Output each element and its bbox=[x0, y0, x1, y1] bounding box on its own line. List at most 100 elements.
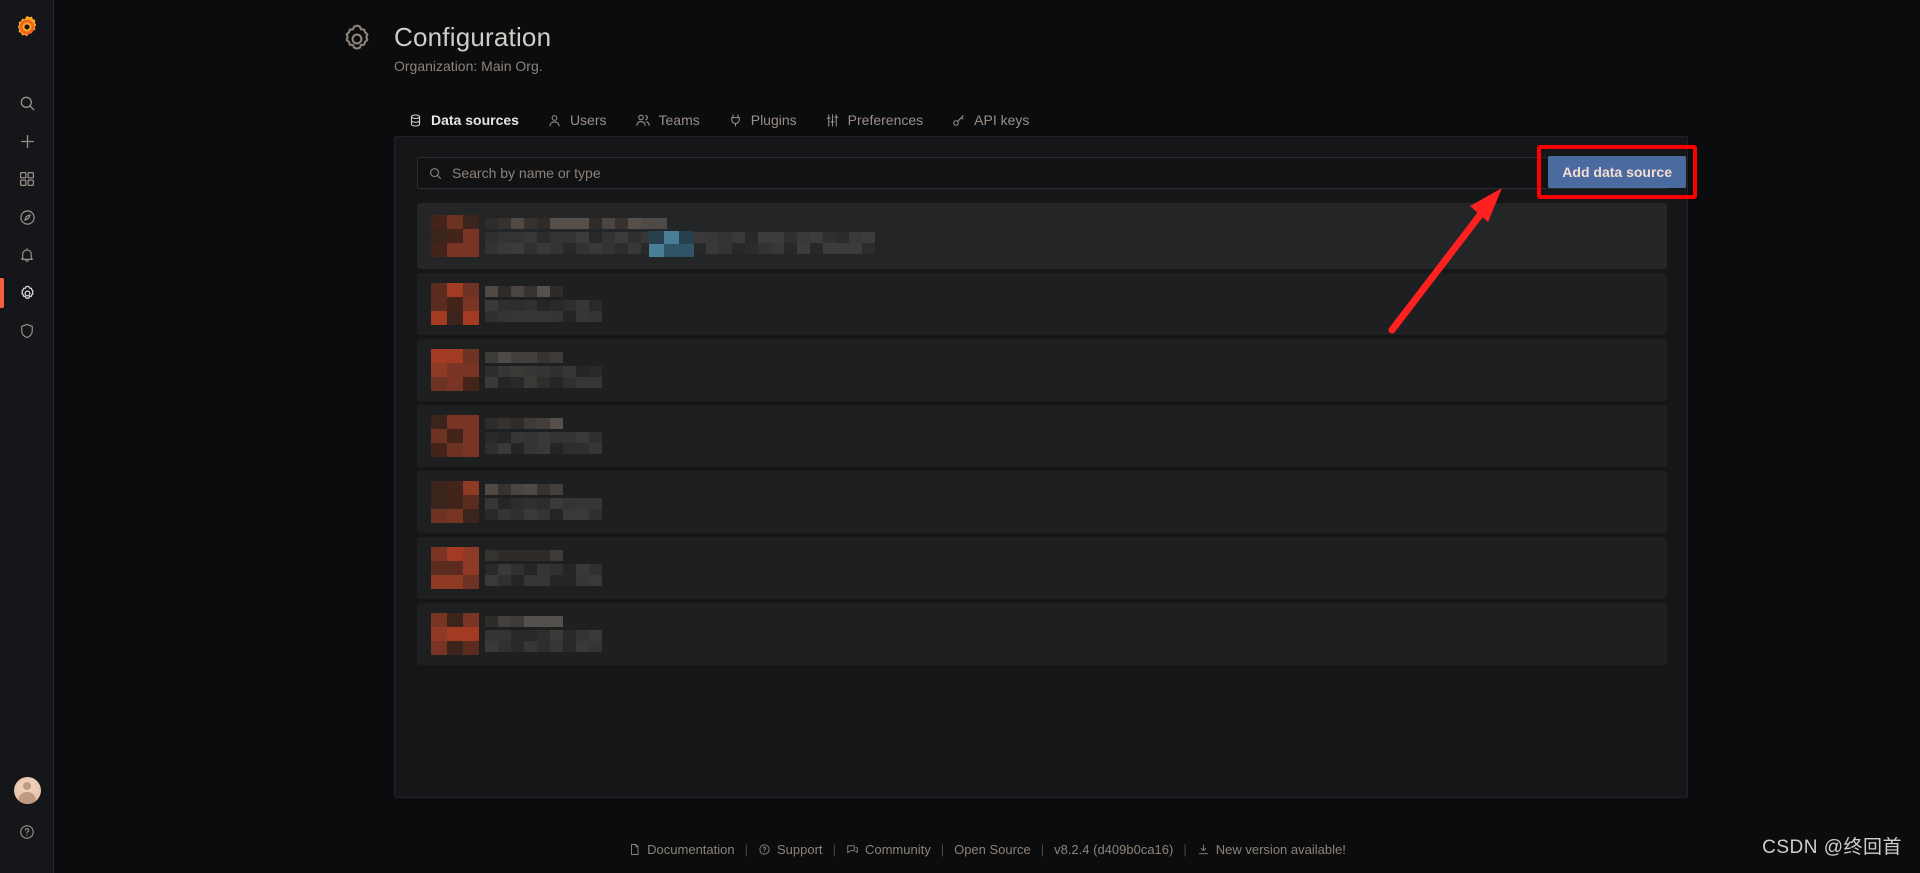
data-source-logo-redacted bbox=[431, 547, 479, 589]
question-circle-icon bbox=[759, 844, 770, 855]
sidebar-item-alerting[interactable] bbox=[0, 236, 54, 274]
footer-link-open-source[interactable]: Open Source bbox=[944, 842, 1041, 857]
plus-icon bbox=[20, 134, 34, 148]
footer-link-community[interactable]: Community bbox=[836, 842, 941, 857]
footer-link-support[interactable]: Support bbox=[748, 842, 833, 857]
user-icon bbox=[547, 113, 562, 128]
sidebar-item-search[interactable] bbox=[0, 84, 54, 122]
users-icon-svg bbox=[635, 114, 650, 126]
sliders-icon-svg bbox=[826, 113, 839, 127]
tab-plugins[interactable]: Plugins bbox=[714, 104, 811, 136]
tab-teams[interactable]: Teams bbox=[621, 104, 714, 136]
data-source-logo-redacted bbox=[431, 349, 479, 391]
data-source-row-6[interactable] bbox=[417, 537, 1667, 599]
footer-label: New version available! bbox=[1215, 842, 1346, 857]
data-source-logo-redacted bbox=[431, 613, 479, 655]
plug-icon-svg bbox=[730, 113, 740, 127]
data-source-row-5[interactable] bbox=[417, 471, 1667, 533]
shield-icon bbox=[21, 323, 33, 339]
data-source-row-2[interactable] bbox=[417, 273, 1667, 335]
sidebar-bottom bbox=[0, 767, 53, 873]
search-icon bbox=[20, 96, 35, 111]
key-icon-svg bbox=[953, 114, 964, 126]
key-icon bbox=[951, 113, 966, 128]
comments-icon bbox=[847, 845, 858, 854]
document-icon bbox=[631, 844, 639, 855]
data-source-name-redacted bbox=[485, 352, 602, 388]
footer-link-documentation[interactable]: Documentation bbox=[618, 842, 744, 857]
sidebar-item-dashboards[interactable] bbox=[0, 160, 54, 198]
sidebar-item-explore[interactable] bbox=[0, 198, 54, 236]
tab-users[interactable]: Users bbox=[533, 104, 621, 136]
watermark: CSDN @终回首 bbox=[1762, 837, 1902, 858]
page-content: Configuration Organization: Main Org. Da… bbox=[54, 0, 1920, 873]
tab-api-keys[interactable]: API keys bbox=[937, 104, 1043, 136]
question-circle-icon bbox=[20, 825, 34, 839]
footer-link-new-version[interactable]: New version available! bbox=[1187, 842, 1356, 857]
footer-version: v8.2.4 (d409b0ca16) bbox=[1044, 842, 1183, 857]
data-source-name-redacted bbox=[485, 616, 602, 652]
grafana-logo-icon bbox=[17, 15, 36, 37]
sidebar-item-create[interactable] bbox=[0, 122, 54, 160]
gear-icon bbox=[345, 24, 369, 50]
search-input[interactable] bbox=[452, 165, 1656, 181]
data-source-logo-redacted bbox=[431, 283, 479, 325]
tab-label: Data sources bbox=[431, 112, 519, 128]
footer-label: Documentation bbox=[647, 842, 735, 857]
data-source-row-3[interactable] bbox=[417, 339, 1667, 401]
compass-icon bbox=[19, 209, 35, 225]
sidebar-item-configuration[interactable] bbox=[0, 274, 54, 312]
sidebar-nav bbox=[0, 84, 53, 350]
footer-label: v8.2.4 (d409b0ca16) bbox=[1054, 842, 1174, 857]
data-sources-panel: Add data source bbox=[394, 136, 1697, 798]
footer-label: Support bbox=[777, 842, 823, 857]
sidebar-item-help[interactable] bbox=[0, 813, 54, 851]
data-source-logo-redacted bbox=[431, 415, 479, 457]
search-icon bbox=[428, 166, 443, 181]
user-icon-svg bbox=[549, 114, 560, 126]
data-source-logo-redacted bbox=[431, 215, 479, 257]
data-source-badge-redacted bbox=[649, 231, 694, 257]
data-source-name-redacted bbox=[485, 550, 602, 586]
sidebar-item-server-admin[interactable] bbox=[0, 312, 54, 350]
grid-icon bbox=[19, 171, 35, 187]
data-source-logo-redacted bbox=[431, 481, 479, 523]
data-sources-list bbox=[417, 203, 1667, 665]
tab-data-sources[interactable]: Data sources bbox=[394, 104, 533, 140]
sliders-icon bbox=[825, 113, 840, 128]
page-footer: Documentation | Support | Community | Op… bbox=[54, 842, 1920, 857]
page-header-gear-icon bbox=[340, 22, 374, 56]
download-icon bbox=[1198, 844, 1208, 855]
search-field[interactable] bbox=[417, 157, 1667, 189]
gear-icon bbox=[20, 285, 34, 299]
data-source-row-4[interactable] bbox=[417, 405, 1667, 467]
data-source-name-redacted bbox=[485, 418, 602, 454]
tab-preferences[interactable]: Preferences bbox=[811, 104, 937, 136]
page-header: Configuration Organization: Main Org. bbox=[340, 22, 551, 74]
tab-label: Teams bbox=[658, 112, 700, 128]
tab-label: Users bbox=[569, 112, 607, 128]
main-sidebar bbox=[0, 0, 54, 873]
database-icon bbox=[408, 113, 423, 128]
tab-label: Preferences bbox=[847, 112, 924, 128]
data-source-name-redacted bbox=[485, 286, 602, 322]
add-data-source-highlight-box: Add data source bbox=[1537, 145, 1697, 199]
grafana-logo[interactable] bbox=[0, 0, 54, 54]
data-source-row-7[interactable] bbox=[417, 603, 1667, 665]
data-source-name-redacted bbox=[485, 484, 602, 520]
search-row bbox=[417, 157, 1667, 189]
page-title: Configuration bbox=[394, 22, 552, 52]
settings-tabs: Data sources Users Teams Plugins Prefere… bbox=[394, 104, 1043, 140]
bell-icon bbox=[21, 248, 33, 262]
user-avatar[interactable] bbox=[0, 767, 54, 813]
footer-label: Open Source bbox=[954, 842, 1031, 857]
tab-label: Plugins bbox=[750, 112, 797, 128]
avatar-image bbox=[13, 776, 41, 804]
users-icon bbox=[635, 112, 651, 128]
data-source-row-1[interactable] bbox=[417, 203, 1667, 269]
page-header-text: Configuration Organization: Main Org. bbox=[394, 22, 551, 74]
add-data-source-button[interactable]: Add data source bbox=[1548, 156, 1686, 188]
plug-icon bbox=[728, 113, 743, 128]
database-icon-svg bbox=[410, 113, 421, 127]
search-icon-svg bbox=[430, 167, 442, 179]
